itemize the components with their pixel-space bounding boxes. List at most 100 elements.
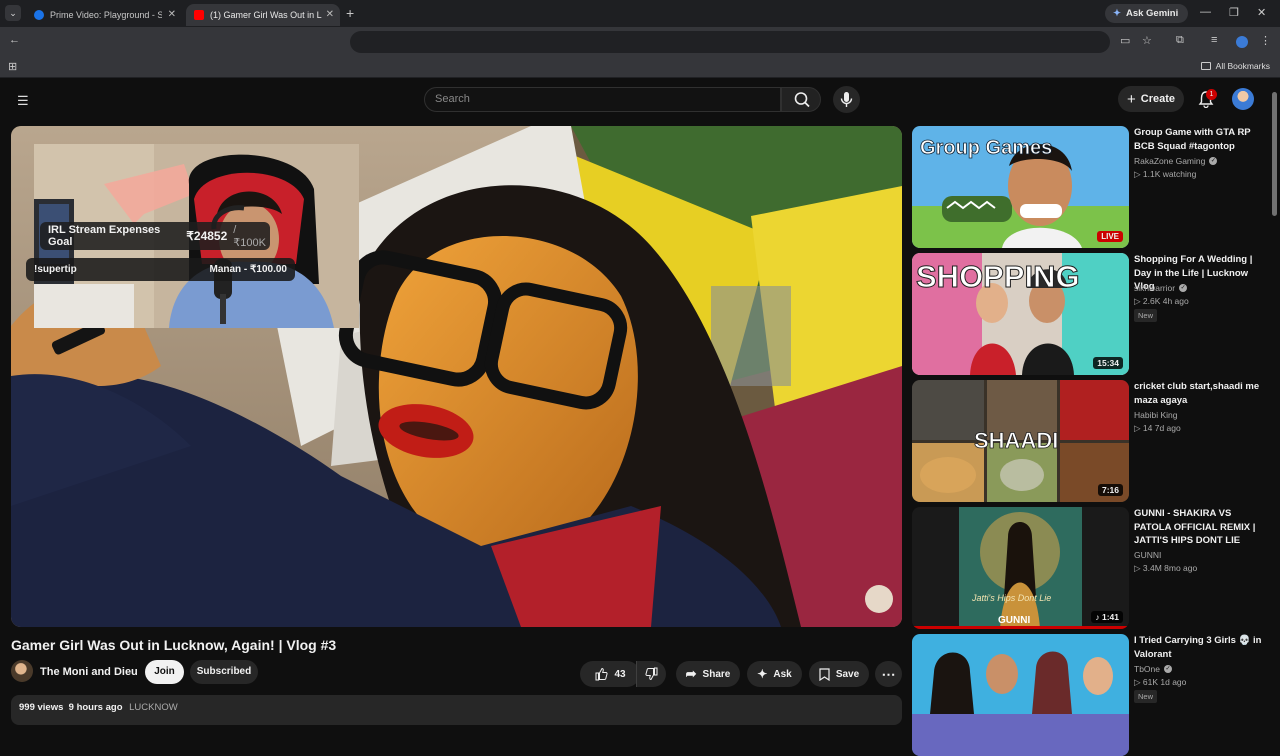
description-box[interactable]: 999 views 9 hours ago LUCKNOW <box>11 695 902 725</box>
thumbnail-text: SHOPPING <box>916 259 1080 294</box>
browser-tab-strip: ⌄ Prime Video: Playground - Sea ✕ (1) Ga… <box>0 0 1280 27</box>
recommendation-item[interactable]: SHOPPING 15:34 Shopping For A Wedding | … <box>912 253 1272 375</box>
recommendation-channel[interactable]: RakaZone Gaming ✓ <box>1134 156 1218 166</box>
recommendation-meta: ▷ 2.6K 4h ago <box>1134 296 1189 306</box>
close-tab-icon[interactable]: ✕ <box>326 9 334 20</box>
close-tab-icon[interactable]: ✕ <box>168 9 176 20</box>
recommendation-channel[interactable]: GUNNI <box>1134 550 1161 560</box>
menu-icon[interactable]: ☰ <box>17 93 29 109</box>
reading-list-icon[interactable]: ≡ <box>1211 34 1217 46</box>
tab-title: (1) Gamer Girl Was Out in Luck <box>210 10 322 20</box>
share-arrow-icon: ➦ <box>685 666 697 681</box>
recommendation-meta: ▷ 1.1K watching <box>1134 169 1197 179</box>
microphone-icon <box>840 92 853 107</box>
extensions-icon[interactable]: ⧉ <box>1176 34 1184 47</box>
recommendation-channel[interactable]: sikhwarrior ✓ <box>1134 283 1188 293</box>
join-button[interactable]: Join <box>145 660 184 684</box>
recommendation-meta: ▷ 61K 1d ago <box>1134 677 1187 687</box>
thumbnail-text: GUNNI <box>998 615 1030 626</box>
new-badge: New <box>1134 690 1158 703</box>
apps-grid-icon[interactable]: ⊞ <box>8 60 17 73</box>
goal-label: IRL Stream Expenses Goal <box>48 224 161 248</box>
ask-label: Ask <box>773 668 792 680</box>
video-title: Gamer Girl Was Out in Lucknow, Again! | … <box>11 637 337 653</box>
save-button[interactable]: Save <box>809 661 869 687</box>
search-icon <box>794 92 810 108</box>
gemini-sparkle-icon: ✦ <box>1113 8 1121 19</box>
recommendation-meta: ▷ 14 7d ago <box>1134 423 1181 433</box>
upload-time: 9 hours ago <box>68 702 123 713</box>
thumbs-up-icon <box>595 667 608 681</box>
restore-button[interactable]: ❐ <box>1229 6 1239 19</box>
verified-icon: ✓ <box>1209 157 1218 165</box>
bookmark-star-icon[interactable]: ☆ <box>1142 34 1152 47</box>
recommendation-item[interactable]: Group Games LIVE Group Game with GTA RP … <box>912 126 1272 248</box>
search-button[interactable] <box>781 87 821 112</box>
create-button[interactable]: + Create <box>1118 86 1184 112</box>
channel-avatar[interactable] <box>11 660 33 682</box>
minimize-button[interactable]: — <box>1200 6 1211 18</box>
new-badge: New <box>1134 309 1158 322</box>
video-thumbnail[interactable]: Jatti's Hips Dont Lie GUNNI ♪ 1:41 <box>912 507 1129 629</box>
recommendation-title[interactable]: Group Game with GTA RP BCB Squad #tagont… <box>1134 126 1266 153</box>
goal-amount: ₹24852 <box>186 229 228 243</box>
profile-icon[interactable] <box>1236 36 1248 48</box>
all-bookmarks-button[interactable]: All Bookmarks <box>1200 61 1270 71</box>
thumbnail-image: Group Games <box>912 126 1129 248</box>
share-label: Share <box>702 668 731 680</box>
chrome-menu-icon[interactable]: ⋮ <box>1260 34 1271 47</box>
recommendation-title[interactable]: I Tried Carrying 3 Girls 💀 in Valorant <box>1134 634 1266 661</box>
recommendation-channel[interactable]: TbOne ✓ <box>1134 664 1172 674</box>
more-actions-button[interactable]: ⋯ <box>875 661 902 687</box>
tab-title: Prime Video: Playground - Sea <box>50 10 162 20</box>
tab-prime-video[interactable]: Prime Video: Playground - Sea ✕ <box>26 4 182 26</box>
video-player[interactable]: IRL Stream Expenses Goal ₹24852 / ₹100K … <box>11 126 902 627</box>
ask-gemini-label: Ask Gemini <box>1125 8 1179 19</box>
thumbnail-image <box>912 634 1129 756</box>
video-thumbnail[interactable]: SHOPPING 15:34 <box>912 253 1129 375</box>
thumbnail-subtext: Jatti's Hips Dont Lie <box>971 593 1051 603</box>
supertip-donor: Manan - ₹100.00 <box>209 264 287 275</box>
folder-icon <box>1200 62 1211 70</box>
recommendation-item[interactable]: Jatti's Hips Dont Lie GUNNI ♪ 1:41 GUNNI… <box>912 507 1272 629</box>
video-thumbnail[interactable]: Group Games LIVE <box>912 126 1129 248</box>
recommendation-item[interactable]: I Tried Carrying 3 Girls 💀 in Valorant T… <box>912 634 1272 756</box>
tab-youtube[interactable]: (1) Gamer Girl Was Out in Luck ✕ <box>186 4 340 26</box>
bookmark-icon <box>819 667 830 681</box>
ask-gemini-button[interactable]: ✦ Ask Gemini <box>1105 4 1189 23</box>
scrollbar-thumb[interactable] <box>1272 92 1277 216</box>
browser-toolbar <box>0 27 1280 56</box>
account-avatar[interactable] <box>1232 88 1254 110</box>
video-thumbnail[interactable] <box>912 634 1129 756</box>
video-thumbnail[interactable]: SHAADI 7:16 <box>912 380 1129 502</box>
share-button[interactable]: ➦ Share <box>676 661 740 687</box>
like-count: 43 <box>614 668 626 680</box>
search-input[interactable]: Search <box>424 87 781 112</box>
sparkle-icon: ✦ <box>757 667 768 681</box>
all-bookmarks-label: All Bookmarks <box>1215 61 1270 71</box>
prime-video-favicon-icon <box>34 10 44 20</box>
subscribed-button[interactable]: Subscribed <box>190 660 258 684</box>
like-button[interactable]: 43 <box>580 661 640 687</box>
verified-icon: ✓ <box>1179 284 1188 292</box>
cast-icon[interactable]: ▭ <box>1120 34 1130 47</box>
duration-badge: 15:34 <box>1093 357 1123 369</box>
hashtag-link[interactable]: LUCKNOW <box>129 702 178 713</box>
thumbnail-image: SHAADI <box>912 380 1129 502</box>
duration-badge: ♪ 1:41 <box>1091 611 1123 623</box>
tab-search-button[interactable]: ⌄ <box>5 5 21 21</box>
create-label: Create <box>1140 93 1175 105</box>
duration-badge: 7:16 <box>1097 484 1123 496</box>
address-bar[interactable] <box>350 31 1110 53</box>
close-window-button[interactable]: ✕ <box>1257 6 1266 19</box>
ask-button[interactable]: ✦ Ask <box>747 661 802 687</box>
channel-name[interactable]: The Moni and Dieu <box>40 666 138 678</box>
recommendation-title[interactable]: cricket club start,shaadi me maza agaya <box>1134 380 1266 407</box>
dislike-button[interactable] <box>636 661 666 687</box>
back-arrow-icon[interactable]: ← <box>9 34 20 46</box>
recommendation-item[interactable]: SHAADI 7:16 cricket club start,shaadi me… <box>912 380 1272 502</box>
recommendation-channel[interactable]: Habibi King <box>1134 410 1177 420</box>
recommendation-title[interactable]: GUNNI - SHAKIRA VS PATOLA OFFICIAL REMIX… <box>1134 507 1266 548</box>
voice-search-button[interactable] <box>833 86 860 113</box>
new-tab-button[interactable]: + <box>346 5 354 21</box>
